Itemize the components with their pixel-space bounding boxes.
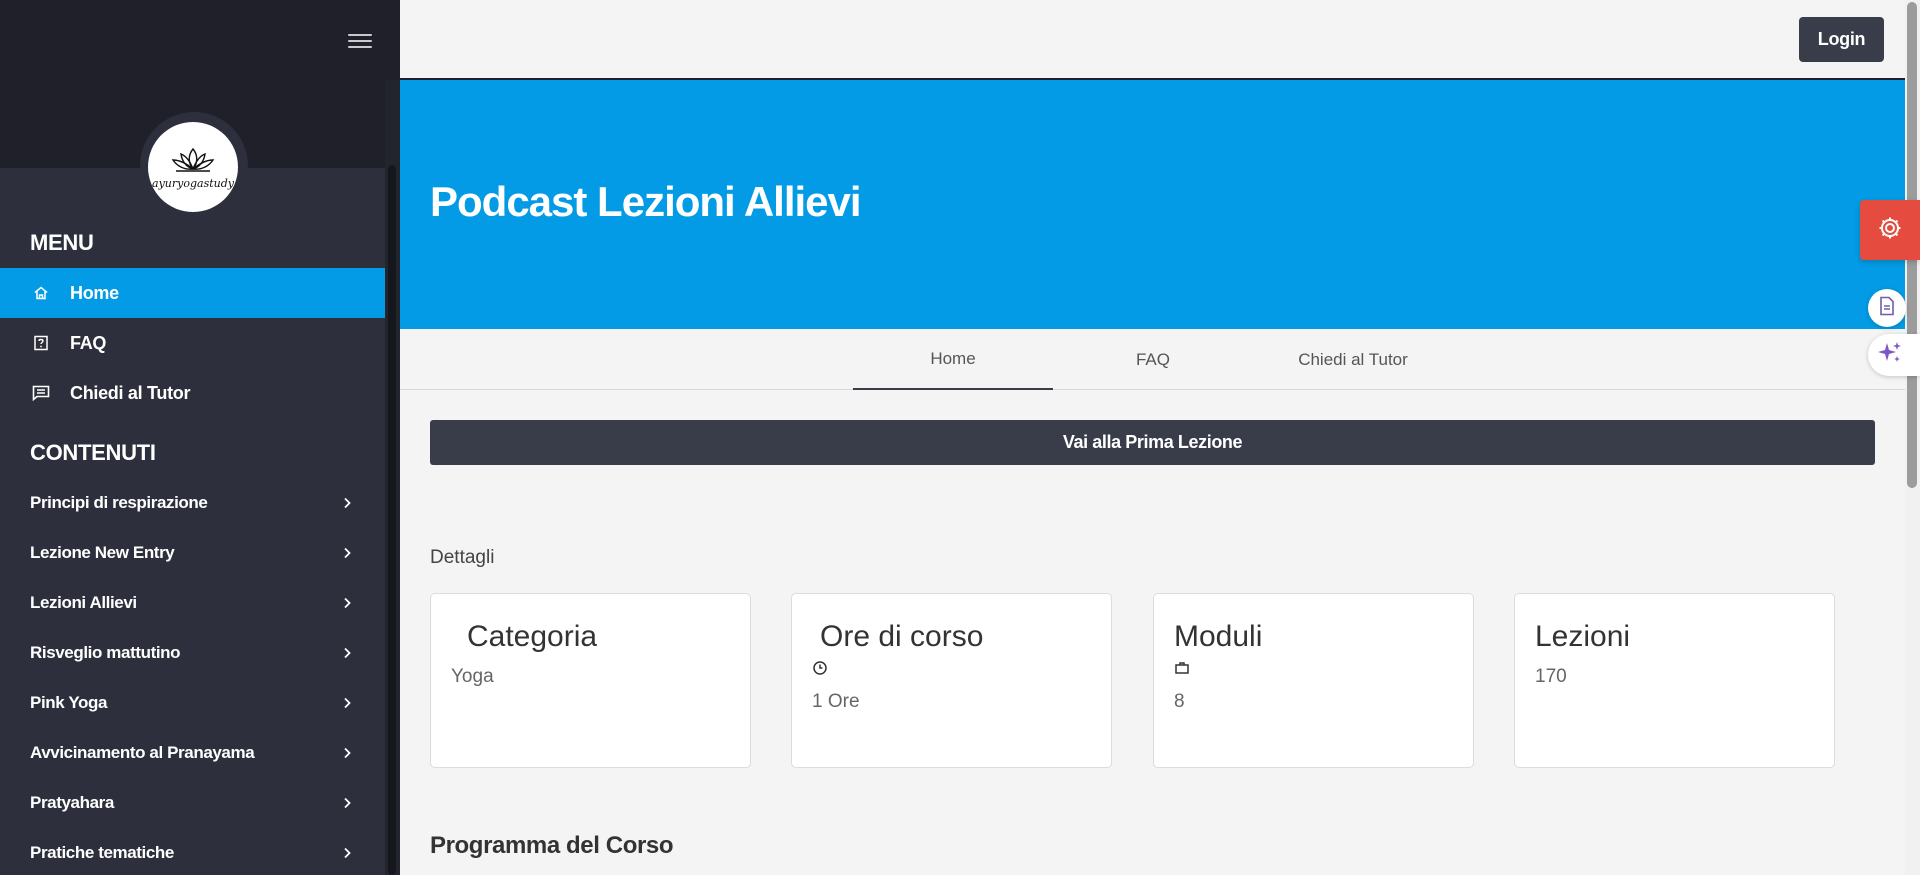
sidebar-item-pratyahara[interactable]: Pratyahara	[0, 778, 385, 828]
sidebar-item-pratiche-tematiche[interactable]: Pratiche tematiche	[0, 828, 385, 875]
card-value: Yoga	[451, 666, 494, 687]
tab-home[interactable]: Home	[853, 329, 1053, 390]
sidebar-item-label: Lezioni Allievi	[30, 593, 137, 612]
gear-icon	[1877, 215, 1903, 246]
card-value: 170	[1535, 666, 1567, 687]
briefcase-icon	[1174, 660, 1190, 676]
sidebar-item-label: Pratyahara	[30, 793, 114, 812]
lotus-icon	[171, 147, 215, 172]
chevron-right-icon	[339, 845, 355, 861]
ai-assistant-button[interactable]	[1868, 334, 1920, 376]
sidebar-item-lezioni-allievi[interactable]: Lezioni Allievi	[0, 578, 385, 628]
sidebar: ayuryogastudy MENU Home FAQ Chiedi al Tu…	[0, 0, 400, 875]
detail-card-moduli: Moduli 8	[1153, 593, 1474, 768]
tab-bar: Home FAQ Chiedi al Tutor	[400, 329, 1905, 390]
card-value: 8	[1174, 691, 1185, 712]
sidebar-item-chiedi-al-tutor[interactable]: Chiedi al Tutor	[0, 368, 385, 418]
sidebar-item-avvicinamento-al-pranayama[interactable]: Avvicinamento al Pranayama	[0, 728, 385, 778]
document-icon	[1878, 296, 1896, 321]
sidebar-item-home[interactable]: Home	[0, 268, 385, 318]
page-title: Podcast Lezioni Allievi	[430, 178, 862, 225]
detail-card-categoria: Categoria Yoga	[430, 593, 751, 768]
sidebar-item-label: Chiedi al Tutor	[70, 382, 191, 403]
details-heading: Dettagli	[430, 547, 495, 568]
sidebar-item-label: Risveglio mattutino	[30, 643, 181, 662]
menu-heading: MENU	[30, 230, 94, 255]
detail-card-lezioni: Lezioni 170	[1514, 593, 1835, 768]
program-heading: Programma del Corso	[430, 832, 674, 859]
sidebar-item-label: Pratiche tematiche	[30, 843, 174, 862]
first-lesson-button[interactable]: Vai alla Prima Lezione	[430, 420, 1875, 465]
chevron-right-icon	[339, 795, 355, 811]
sidebar-item-label: Principi di respirazione	[30, 493, 208, 512]
sidebar-item-lezione-new-entry[interactable]: Lezione New Entry	[0, 528, 385, 578]
chevron-right-icon	[339, 495, 355, 511]
chevron-right-icon	[339, 545, 355, 561]
tab-faq[interactable]: FAQ	[1053, 329, 1253, 390]
sidebar-item-label: FAQ	[70, 332, 107, 353]
detail-card-ore-di-corso: Ore di corso 1 Ore	[791, 593, 1112, 768]
tab-chiedi-al-tutor[interactable]: Chiedi al Tutor	[1253, 329, 1453, 390]
sidebar-item-label: Home	[70, 282, 119, 303]
sidebar-item-pink-yoga[interactable]: Pink Yoga	[0, 678, 385, 728]
chevron-right-icon	[339, 745, 355, 761]
logo-text: ayuryogastudy	[152, 176, 234, 190]
hamburger-menu-icon[interactable]	[346, 30, 374, 54]
sidebar-item-risveglio-mattutino[interactable]: Risveglio mattutino	[0, 628, 385, 678]
sidebar-item-label: Avvicinamento al Pranayama	[30, 743, 255, 762]
card-value: 1 Ore	[812, 691, 860, 712]
sidebar-item-faq[interactable]: FAQ	[0, 318, 385, 368]
contents-heading: CONTENUTI	[30, 440, 156, 465]
logo[interactable]: ayuryogastudy	[148, 122, 238, 212]
top-bar	[400, 0, 1905, 80]
sidebar-item-label: Pink Yoga	[30, 693, 108, 712]
chevron-right-icon	[339, 595, 355, 611]
card-title: Ore di corso	[820, 620, 984, 653]
card-title: Moduli	[1174, 620, 1263, 653]
sidebar-scrollbar-thumb[interactable]	[388, 165, 396, 875]
login-button[interactable]: Login	[1799, 17, 1884, 62]
clock-icon	[812, 660, 828, 676]
chevron-right-icon	[339, 645, 355, 661]
home-icon	[30, 282, 52, 304]
card-title: Categoria	[467, 620, 598, 653]
faq-icon	[30, 332, 52, 354]
notes-widget-button[interactable]	[1868, 289, 1906, 327]
chat-icon	[30, 382, 52, 404]
chevron-right-icon	[339, 695, 355, 711]
sparkles-icon	[1877, 340, 1903, 371]
settings-widget-button[interactable]	[1860, 200, 1920, 260]
sidebar-item-principi-di-respirazione[interactable]: Principi di respirazione	[0, 478, 385, 528]
card-title: Lezioni	[1535, 620, 1631, 653]
sidebar-item-label: Lezione New Entry	[30, 543, 175, 562]
